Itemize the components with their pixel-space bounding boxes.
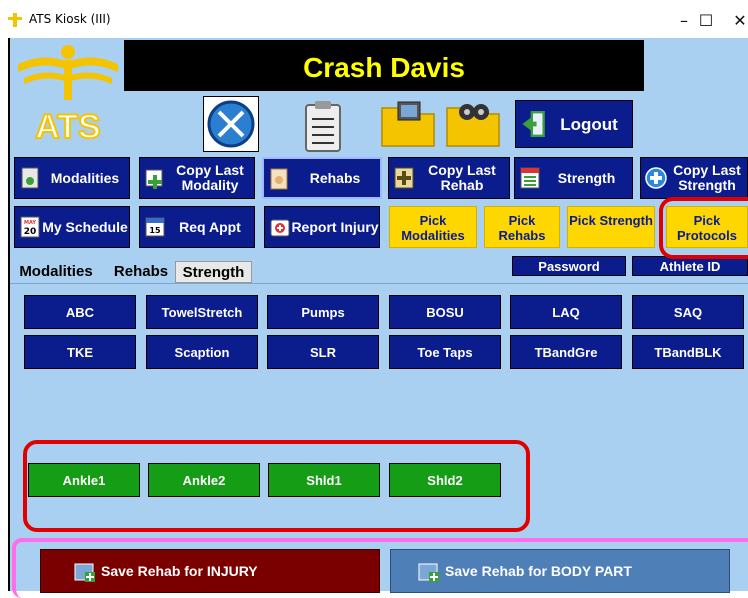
strength-label: Strength [557,169,616,186]
copy-plus-icon [145,169,163,189]
my-schedule-label: My Schedule [42,218,128,235]
rehab-exercise-button[interactable]: LAQ [510,295,622,329]
rehab-exercise-button[interactable]: TBandBLK [632,335,744,369]
clipboard-icon[interactable] [300,99,346,153]
tab-strength[interactable]: Strength [175,261,252,283]
modalities-label: Modalities [50,169,120,186]
tab-strip: Modalities Rehabs Strength [12,261,252,283]
window-title: ATS Kiosk (III) [29,12,111,26]
modalities-icon [21,167,39,189]
highlight-save-buttons [12,538,748,598]
rehab-exercise-button[interactable]: Toe Taps [389,335,501,369]
app-window: ATS Kiosk (III) – ☐ ✕ ATS Crash Davis Lo… [0,0,748,598]
rehabs-label: Rehabs [309,169,361,186]
modalities-button[interactable]: Modalities [14,157,130,199]
copy-last-strength-label: Copy Last Strength [673,162,741,193]
rehab-clipboard-icon [270,168,288,190]
photo-folder-icon[interactable] [380,100,436,148]
athlete-id-button[interactable]: Athlete ID [632,256,748,276]
req-appt-button[interactable]: 15 Req Appt [139,206,255,248]
rehab-exercise-button[interactable]: BOSU [389,295,501,329]
password-button[interactable]: Password [512,256,626,276]
add-circle-icon [645,167,667,189]
copy-last-modality-label: Copy Last Modality [176,162,244,193]
logout-label: Logout [560,114,618,134]
rehab-exercise-button[interactable]: TowelStretch [146,295,258,329]
crossed-tools-icon [207,100,255,148]
appointment-calendar-icon: 15 [145,217,165,237]
first-aid-icon [394,167,414,189]
rehabs-button[interactable]: Rehabs [262,157,382,199]
film-folder-icon[interactable] [445,100,501,148]
copy-last-rehab-label: Copy Last Rehab [428,162,496,193]
my-schedule-button[interactable]: MAY 20 My Schedule [14,206,130,248]
password-label: Password [538,258,600,274]
logout-icon [522,111,545,137]
strength-button[interactable]: Strength [514,157,633,199]
rehab-exercise-button[interactable]: TKE [24,335,136,369]
ats-logo: ATS [18,45,118,142]
report-injury-label: Report Injury [291,218,379,235]
req-appt-label: Req Appt [179,218,241,235]
logout-button[interactable]: Logout [515,100,633,148]
rehab-exercise-button[interactable]: TBandGre [510,335,622,369]
athlete-id-label: Athlete ID [659,258,721,274]
calendar-month: MAY [24,220,36,226]
req-calendar-day: 15 [149,226,161,235]
logo-text: ATS [35,108,100,142]
calendar-list-icon [520,167,540,189]
copy-last-rehab-button[interactable]: Copy Last Rehab [388,157,510,199]
rehab-exercise-button[interactable]: SAQ [632,295,744,329]
pick-strength-button[interactable]: Pick Strength [567,206,655,248]
calendar-icon: MAY 20 [20,216,40,238]
rehab-exercise-button[interactable]: Scaption [146,335,258,369]
copy-last-strength-button[interactable]: Copy Last Strength [640,157,748,199]
pick-rehabs-button[interactable]: Pick Rehabs [484,206,560,248]
app-icon [8,13,22,27]
highlight-protocols [23,440,530,532]
close-button[interactable]: ✕ [720,8,748,34]
first-aid-kit-icon [270,219,290,237]
copy-last-modality-button[interactable]: Copy Last Modality [139,157,255,199]
title-bar [8,0,748,38]
calendar-day: 20 [24,227,37,237]
tab-divider [10,283,748,284]
pick-modalities-button[interactable]: Pick Modalities [389,206,477,248]
rehab-exercise-button[interactable]: ABC [24,295,136,329]
highlight-pick-protocols [659,197,748,259]
tab-rehabs[interactable]: Rehabs [100,261,182,283]
athlete-name-banner: Crash Davis [124,40,644,91]
tab-modalities[interactable]: Modalities [12,261,100,283]
tools-button[interactable] [203,96,259,152]
window-border [8,38,10,591]
report-injury-button[interactable]: Report Injury [264,206,380,248]
rehab-exercise-button[interactable]: SLR [267,335,379,369]
rehab-exercise-button[interactable]: Pumps [267,295,379,329]
